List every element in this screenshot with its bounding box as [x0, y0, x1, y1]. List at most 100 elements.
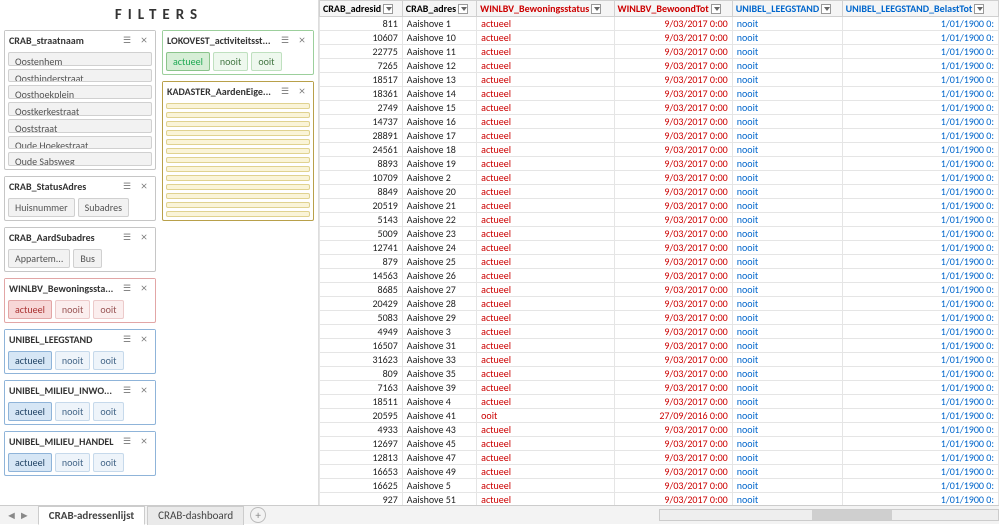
cell[interactable]: actueel — [477, 479, 614, 493]
cell[interactable]: nooit — [732, 339, 842, 353]
cell[interactable]: nooit — [732, 143, 842, 157]
table-row[interactable]: 16653Aaishove 49actueel9/03/2017 0:00noo… — [320, 465, 999, 479]
cell[interactable]: actueel — [477, 101, 614, 115]
cell[interactable]: nooit — [732, 255, 842, 269]
table-row[interactable]: 14563Aaishove 26actueel9/03/2017 0:00noo… — [320, 269, 999, 283]
cell[interactable]: nooit — [732, 129, 842, 143]
cell[interactable]: 9/03/2017 0:00 — [614, 423, 732, 437]
cell[interactable]: 1/01/1900 0: — [842, 367, 998, 381]
cell[interactable]: 7265 — [320, 59, 403, 73]
cell[interactable]: 9/03/2017 0:00 — [614, 493, 732, 506]
cell[interactable]: 9/03/2017 0:00 — [614, 437, 732, 451]
cell[interactable]: 12697 — [320, 437, 403, 451]
cell[interactable]: 9/03/2017 0:00 — [614, 31, 732, 45]
cell[interactable]: 16653 — [320, 465, 403, 479]
cell[interactable]: 9/03/2017 0:00 — [614, 311, 732, 325]
clear-filter-icon[interactable]: ⨯ — [137, 383, 151, 397]
multiselect-icon[interactable]: ☰ — [278, 33, 292, 47]
cell[interactable]: 9/03/2017 0:00 — [614, 479, 732, 493]
cell[interactable]: 1/01/1900 0: — [842, 409, 998, 423]
cell[interactable]: nooit — [732, 297, 842, 311]
cell[interactable]: nooit — [732, 493, 842, 506]
cell[interactable]: 1/01/1900 0: — [842, 115, 998, 129]
cell[interactable]: Aaishove 16 — [402, 115, 476, 129]
multiselect-icon[interactable]: ☰ — [120, 33, 134, 47]
cell[interactable]: 1/01/1900 0: — [842, 423, 998, 437]
cell[interactable]: Aaishove 25 — [402, 255, 476, 269]
cell[interactable]: 10607 — [320, 31, 403, 45]
cell[interactable]: nooit — [732, 311, 842, 325]
cell[interactable]: 1/01/1900 0: — [842, 395, 998, 409]
slicer-item[interactable]: Oostkerkestraat — [8, 102, 152, 116]
cell[interactable]: Aaishove 43 — [402, 423, 476, 437]
cell[interactable]: Aaishove 23 — [402, 227, 476, 241]
clear-filter-icon[interactable]: ⨯ — [295, 84, 309, 98]
cell[interactable]: 9/03/2017 0:00 — [614, 367, 732, 381]
table-row[interactable]: 12813Aaishove 47actueel9/03/2017 0:00noo… — [320, 451, 999, 465]
cell[interactable]: Aaishove 33 — [402, 353, 476, 367]
slicer-item[interactable]: DIERENGEB — [166, 166, 310, 172]
cell[interactable]: 7163 — [320, 381, 403, 395]
cell[interactable]: 9/03/2017 0:00 — [614, 255, 732, 269]
cell[interactable]: 22775 — [320, 45, 403, 59]
table-row[interactable]: 31623Aaishove 33actueel9/03/2017 0:00noo… — [320, 353, 999, 367]
cell[interactable]: 1/01/1900 0: — [842, 339, 998, 353]
cell[interactable]: Aaishove 20 — [402, 185, 476, 199]
horizontal-scrollbar[interactable] — [659, 509, 999, 521]
cell[interactable]: nooit — [732, 479, 842, 493]
cell[interactable]: 9/03/2017 0:00 — [614, 325, 732, 339]
cell[interactable]: actueel — [477, 395, 614, 409]
slicer-item[interactable]: Oostenhem — [8, 52, 152, 66]
cell[interactable]: actueel — [477, 115, 614, 129]
table-row[interactable]: 28891Aaishove 17actueel9/03/2017 0:00noo… — [320, 129, 999, 143]
cell[interactable]: Aaishove 19 — [402, 157, 476, 171]
cell[interactable]: nooit — [732, 423, 842, 437]
table-row[interactable]: 10607Aaishove 10actueel9/03/2017 0:00noo… — [320, 31, 999, 45]
cell[interactable]: 1/01/1900 0: — [842, 185, 998, 199]
cell[interactable]: actueel — [477, 45, 614, 59]
cell[interactable]: actueel — [477, 185, 614, 199]
cell[interactable]: actueel — [477, 381, 614, 395]
cell[interactable]: nooit — [732, 227, 842, 241]
slicer-item[interactable]: DRUKKERIJ — [166, 184, 310, 190]
table-row[interactable]: 879Aaishove 25actueel9/03/2017 0:00nooit… — [320, 255, 999, 269]
cell[interactable]: 1/01/1900 0: — [842, 451, 998, 465]
cell[interactable]: actueel — [477, 17, 614, 31]
cell[interactable]: 9/03/2017 0:00 — [614, 465, 732, 479]
cell[interactable]: Aaishove 18 — [402, 143, 476, 157]
slicer-item[interactable]: D.AP.GEB.# KANTOOR # — [166, 121, 310, 127]
cell[interactable]: 9/03/2017 0:00 — [614, 381, 732, 395]
table-row[interactable]: 16507Aaishove 31actueel9/03/2017 0:00noo… — [320, 339, 999, 353]
table-row[interactable]: 14737Aaishove 16actueel9/03/2017 0:00noo… — [320, 115, 999, 129]
slicer-item[interactable]: actueel — [8, 300, 52, 319]
slicer-item[interactable]: actueel — [8, 402, 52, 421]
cell[interactable]: nooit — [732, 381, 842, 395]
cell[interactable]: actueel — [477, 437, 614, 451]
clear-filter-icon[interactable]: ⨯ — [137, 33, 151, 47]
cell[interactable]: nooit — [732, 437, 842, 451]
table-row[interactable]: 12741Aaishove 24actueel9/03/2017 0:00noo… — [320, 241, 999, 255]
cell[interactable]: actueel — [477, 297, 614, 311]
cell[interactable]: 9/03/2017 0:00 — [614, 45, 732, 59]
table-row[interactable]: 20429Aaishove 28actueel9/03/2017 0:00noo… — [320, 297, 999, 311]
sheet-tab[interactable]: CRAB-dashboard — [147, 506, 244, 525]
sheet-nav-prev-icon[interactable]: ◄ — [6, 509, 17, 522]
cell[interactable]: Aaishove 35 — [402, 367, 476, 381]
data-grid[interactable]: CRAB_adresidCRAB_adresWINLBV_Bewoningsst… — [318, 0, 999, 505]
multiselect-icon[interactable]: ☰ — [120, 332, 134, 346]
cell[interactable]: Aaishove 2 — [402, 171, 476, 185]
cell[interactable]: 9/03/2017 0:00 — [614, 297, 732, 311]
table-row[interactable]: 8685Aaishove 27actueel9/03/2017 0:00nooi… — [320, 283, 999, 297]
cell[interactable]: 14563 — [320, 269, 403, 283]
cell[interactable]: 1/01/1900 0: — [842, 87, 998, 101]
cell[interactable]: 9/03/2017 0:00 — [614, 353, 732, 367]
clear-filter-icon[interactable]: ⨯ — [137, 281, 151, 295]
clear-filter-icon[interactable]: ⨯ — [137, 179, 151, 193]
column-header-belast[interactable]: UNIBEL_LEEGSTAND_BelastTot — [842, 1, 998, 17]
filter-dropdown-icon[interactable] — [711, 4, 721, 14]
cell[interactable]: 1/01/1900 0: — [842, 45, 998, 59]
cell[interactable]: Aaishove 10 — [402, 31, 476, 45]
table-row[interactable]: 24561Aaishove 18actueel9/03/2017 0:00noo… — [320, 143, 999, 157]
cell[interactable]: 5009 — [320, 227, 403, 241]
cell[interactable]: actueel — [477, 269, 614, 283]
